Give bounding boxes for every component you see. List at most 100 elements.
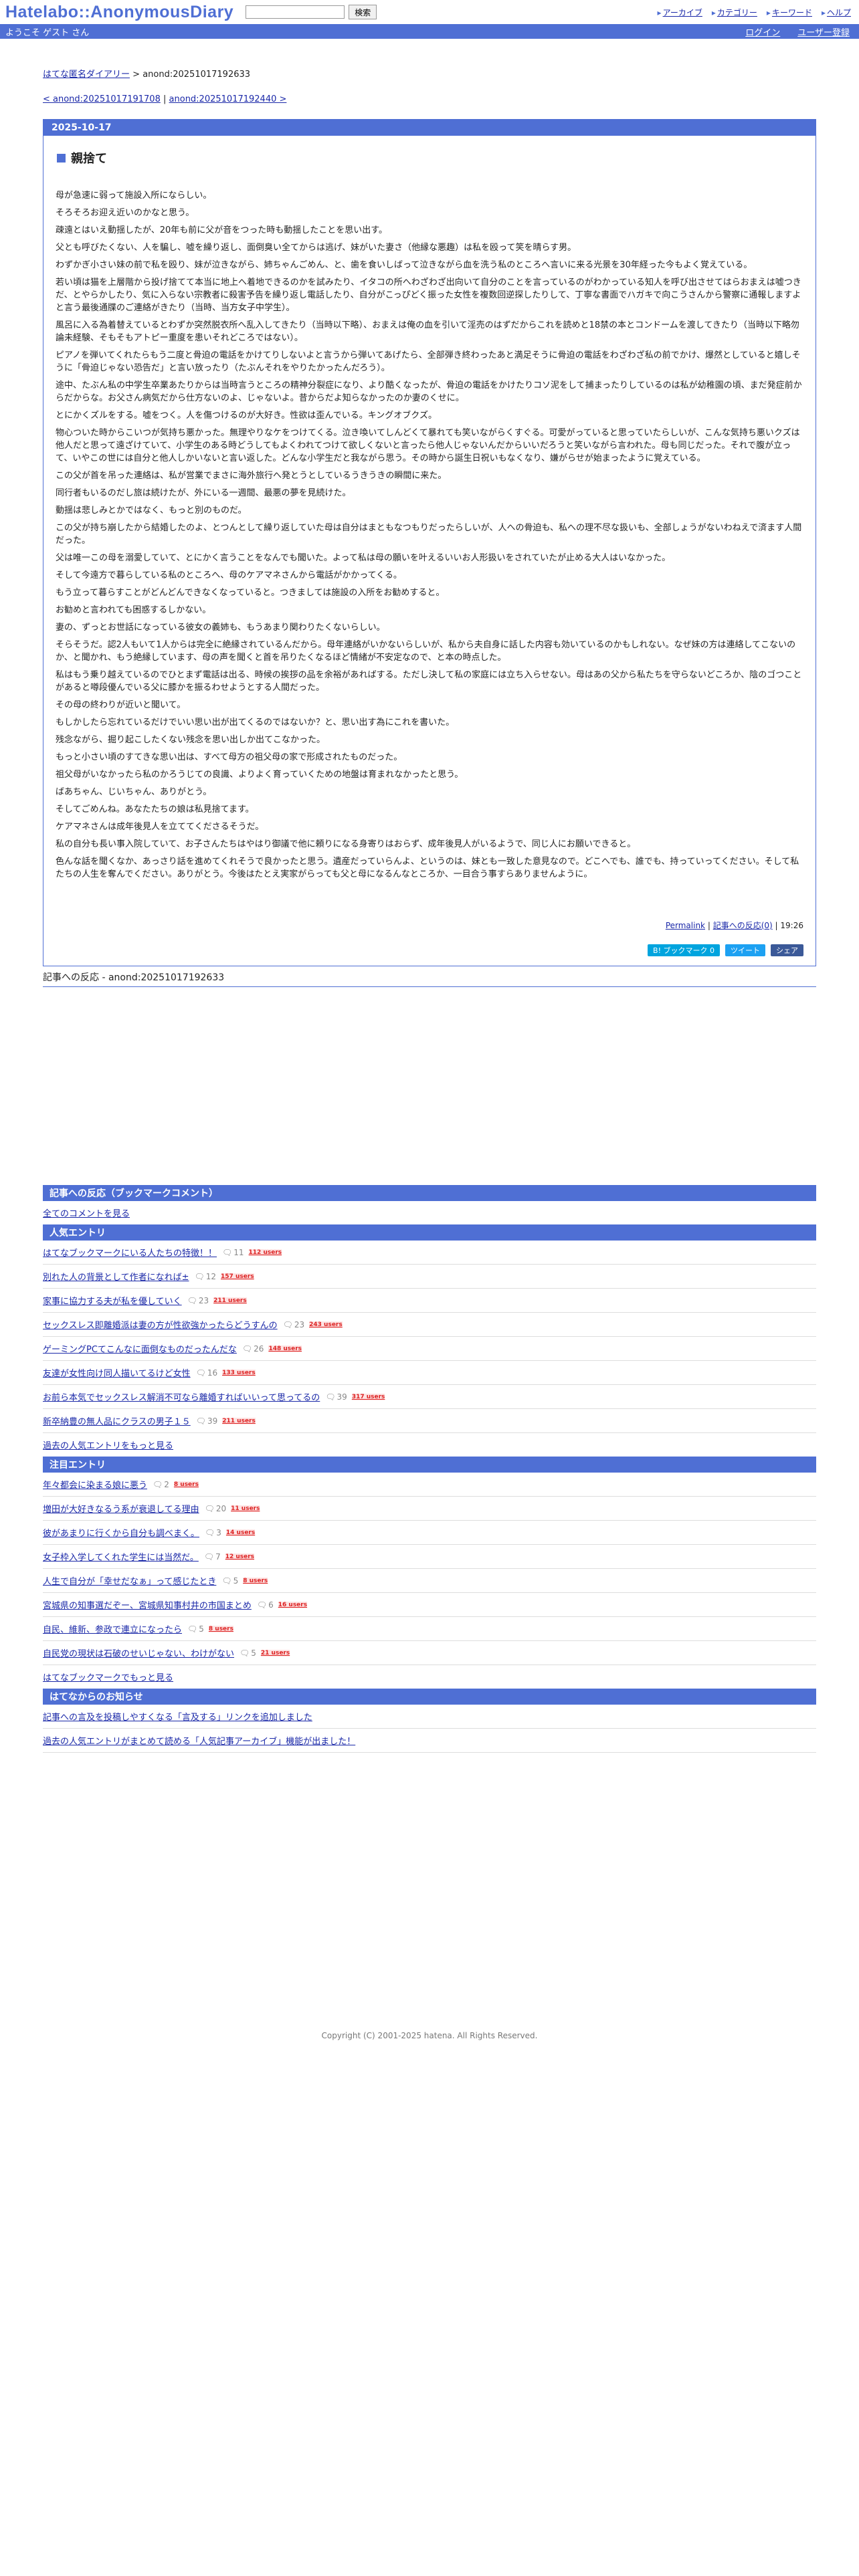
comment-count-icon: 26 (242, 1344, 264, 1354)
article-paragraph: 風呂に入る為着替えているとわずか突然脱衣所へ乱入してきたり（当時以下略）、おまえ… (56, 320, 799, 343)
entry-link[interactable]: 家事に協力する夫が私を優していく (43, 1294, 182, 1307)
permalink[interactable]: Permalink (666, 921, 705, 930)
entry-link[interactable]: 女子枠入学してくれた学生には当然だ。 (43, 1550, 199, 1563)
article-paragraph: お勧めと言われても困惑するしかない。 (56, 605, 211, 615)
article-paragraph: 動揺は悲しみとかではなく、もっと別のものだ。 (56, 506, 247, 516)
entry-row: 増田が大好きなるう系が衰退してる理由 20 11 users (43, 1497, 816, 1521)
article-meta: Permalink | 記事への反応(0) | 19:26 (43, 920, 803, 931)
entry-row: 新卒納豊の無人品にクラスの男子１５ 39 211 users (43, 1409, 816, 1433)
news-heading: はてなからのお知らせ (43, 1689, 816, 1705)
attention-more-link[interactable]: はてなブックマークでもっと見る (43, 1671, 173, 1683)
users-badge[interactable]: 157 users (221, 1273, 254, 1280)
users-badge[interactable]: 14 users (225, 1529, 256, 1536)
entry-row: 自民党の現状は石破のせいじゃない、わけがない 5 21 users (43, 1641, 816, 1665)
search-input[interactable] (246, 5, 345, 19)
article-paragraph: もっと小さい頃のすてきな思い出は、すべて母方の祖父母の家で形成されたものだった。 (56, 752, 403, 762)
article-paragraph: 同行者もいるのだし旅は続けたが、外にいる一週間、最悪の夢を見続けた。 (56, 488, 351, 498)
article-paragraph: その母の終わりが近いと聞いて。 (56, 700, 186, 710)
users-badge[interactable]: 11 users (231, 1505, 260, 1512)
popular-heading: 人気エントリ (43, 1224, 816, 1241)
entry-link[interactable]: 彼があまりに行くから自分も調べまく。 (43, 1526, 199, 1539)
news-link-1[interactable]: 記事への言及を投稿しやすくなる「言及する」リンクを追加しました (43, 1710, 312, 1723)
entry-link[interactable]: 増田が大好きなるう系が衰退してる理由 (43, 1502, 199, 1515)
nav-separator: | (163, 94, 167, 104)
article-paragraph: ばあちゃん、じいちゃん、ありがとう。 (56, 787, 212, 797)
entry-link[interactable]: 新卒納豊の無人品にクラスの男子１５ (43, 1414, 191, 1427)
article-paragraph: 私はもう乗り越えているのでひとまず電話は出る、時候の挨拶の品を余裕があればする。… (56, 670, 802, 693)
main-content: はてな匿名ダイアリー > anond:20251017192633 < anon… (43, 67, 816, 2040)
users-badge[interactable]: 148 users (268, 1345, 302, 1352)
users-badge[interactable]: 21 users (260, 1649, 290, 1656)
site-logo[interactable]: Hatelabo::AnonymousDiary (5, 3, 233, 22)
breadcrumb-separator: > (132, 70, 140, 80)
article-paragraph: 若い頃は猫を上層階から投げ捨てて本当に地上へ着地できるのかを試みたり、イタコの所… (56, 278, 801, 313)
article-paragraph: ピアノを弾いてくれたらもう二度と骨迫の電話をかけてりしないよと言うから弾いてあげ… (56, 350, 801, 373)
comment-count-icon: 2 (153, 1480, 169, 1489)
comment-count-icon: 20 (205, 1504, 226, 1513)
article-paragraph: そらそうだ。認2人もいて1人からは完全に絶縁されているんだから。母年連絡がいかな… (56, 640, 796, 663)
entry-link[interactable]: お前ら本気でセックスレス解消不可なら離婚すればいいって思ってるの (43, 1390, 320, 1403)
users-badge[interactable]: 133 users (222, 1369, 256, 1376)
article-paragraph: そして今遠方で暮らしている私のところへ、母のケアマネさんから電話がかかってくる。 (56, 570, 402, 580)
news-link-2[interactable]: 過去の人気エントリがまとめて読める「人気記事アーカイブ」機能が出ました！ (43, 1734, 355, 1747)
article-box: 2025-10-17 親捨て 母が急速に弱って施設入所にならしい。 そろそろお迎え… (43, 119, 816, 966)
entry-link[interactable]: 友達が女性向け同人描いてるけど女性 (43, 1366, 191, 1379)
facebook-share-button[interactable]: シェア (771, 944, 803, 956)
entry-row: 彼があまりに行くから自分も調べまく。 3 14 users (43, 1521, 816, 1545)
breadcrumb-home[interactable]: はてな匿名ダイアリー (43, 70, 130, 80)
keyword-link[interactable]: キーワード (767, 7, 812, 18)
help-link[interactable]: ヘルプ (822, 7, 851, 18)
entry-link[interactable]: 年々都会に染まる娘に悪う (43, 1478, 147, 1491)
search-button[interactable]: 検索 (349, 5, 377, 19)
all-comments-link[interactable]: 全てのコメントを見る (43, 1206, 130, 1219)
entry-link[interactable]: 別れた人の背景として作者になれば± (43, 1270, 189, 1283)
entry-link[interactable]: 自民、維新、参政で連立になったら (43, 1622, 182, 1635)
entry-row: 自民、維新、参政で連立になったら 5 8 users (43, 1617, 816, 1641)
article-paragraph: そしてごめんね。あなたたちの娘は私見捨てます。 (56, 804, 254, 815)
header: Hatelabo::AnonymousDiary 検索 アーカイブ カテゴリー … (0, 0, 859, 24)
article-date: 2025-10-17 (43, 120, 816, 136)
tweet-button[interactable]: ツイート (725, 944, 765, 956)
article-paragraph: 母が急速に弱って施設入所にならしい。 (56, 191, 212, 201)
entry-link[interactable]: ゲーミングPCてこんなに面倒なものだったんだな (43, 1342, 237, 1355)
article-paragraph: 祖父母がいなかったら私のかろうじての良識、よりよく育っていくための地盤は育まれな… (56, 770, 464, 780)
entry-link[interactable]: セックスレス即離婚派は妻の方が性欲強かったらどうすんの (43, 1318, 278, 1331)
next-entry-link[interactable]: anond:20251017192440 > (169, 94, 287, 104)
popular-more-link[interactable]: 過去の人気エントリをもっと見る (43, 1438, 173, 1451)
popular-list: はてなブックマークにいる人たちの特徴！！ 11 112 users 別れた人の背景とし… (43, 1241, 816, 1433)
entry-link[interactable]: 自民党の現状は石破のせいじゃない、わけがない (43, 1646, 234, 1659)
article-paragraph: 色んな話を聞くなか、あっさり話を進めてくれそうで良かったと思う。遺産だっていらん… (56, 857, 799, 879)
ad-space (43, 987, 816, 1185)
register-link[interactable]: ユーザー登録 (797, 25, 850, 38)
entry-link[interactable]: 宮城県の知事選だぞー、宮城県知事村井の市国まとめ (43, 1598, 252, 1611)
post-time: 19:26 (780, 921, 803, 930)
users-badge[interactable]: 8 users (208, 1625, 233, 1632)
article-title[interactable]: 親捨て (71, 149, 107, 167)
share-buttons: B! ブックマーク 0 ツイート シェア (43, 944, 803, 956)
users-badge[interactable]: 112 users (248, 1249, 282, 1256)
reaction-count-link[interactable]: 記事への反応(0) (713, 921, 773, 930)
users-badge[interactable]: 12 users (225, 1553, 255, 1560)
users-badge[interactable]: 211 users (222, 1417, 256, 1424)
entry-row: 宮城県の知事選だぞー、宮城県知事村井の市国まとめ 6 16 users (43, 1593, 816, 1617)
prev-next-nav: < anond:20251017191708 | anond:202510171… (43, 94, 816, 104)
users-badge[interactable]: 243 users (309, 1321, 343, 1328)
prev-entry-link[interactable]: < anond:20251017191708 (43, 94, 161, 104)
article-paragraph: 物心ついた時からこいつが気持ち悪かった。無理やりなケをつけてくる。泣き喚いてしん… (56, 428, 800, 463)
users-badge[interactable]: 317 users (351, 1393, 385, 1400)
article-body: 母が急速に弱って施設入所にならしい。 そろそろお迎え近いのかなと思う。 疎遠とはいえ… (56, 189, 803, 881)
users-badge[interactable]: 211 users (213, 1297, 247, 1304)
users-badge[interactable]: 8 users (243, 1577, 268, 1584)
users-badge[interactable]: 8 users (173, 1481, 199, 1488)
entry-link[interactable]: はてなブックマークにいる人たちの特徴！！ (43, 1246, 217, 1259)
hatena-bookmark-button[interactable]: B! ブックマーク 0 (648, 944, 720, 956)
category-link[interactable]: カテゴリー (712, 7, 757, 18)
users-badge[interactable]: 16 users (278, 1601, 308, 1608)
archive-link[interactable]: アーカイブ (658, 7, 702, 18)
login-link[interactable]: ログイン (745, 25, 780, 38)
meta-separator-2: | (775, 921, 778, 930)
news-item: 記事への言及を投稿しやすくなる「言及する」リンクを追加しました (43, 1705, 816, 1729)
entry-row: 女子枠入学してくれた学生には当然だ。 7 12 users (43, 1545, 816, 1569)
entry-link[interactable]: 人生で自分が「幸せだなぁ」って感じたとき (43, 1574, 216, 1587)
entry-row: 家事に協力する夫が私を優していく 23 211 users (43, 1289, 816, 1313)
